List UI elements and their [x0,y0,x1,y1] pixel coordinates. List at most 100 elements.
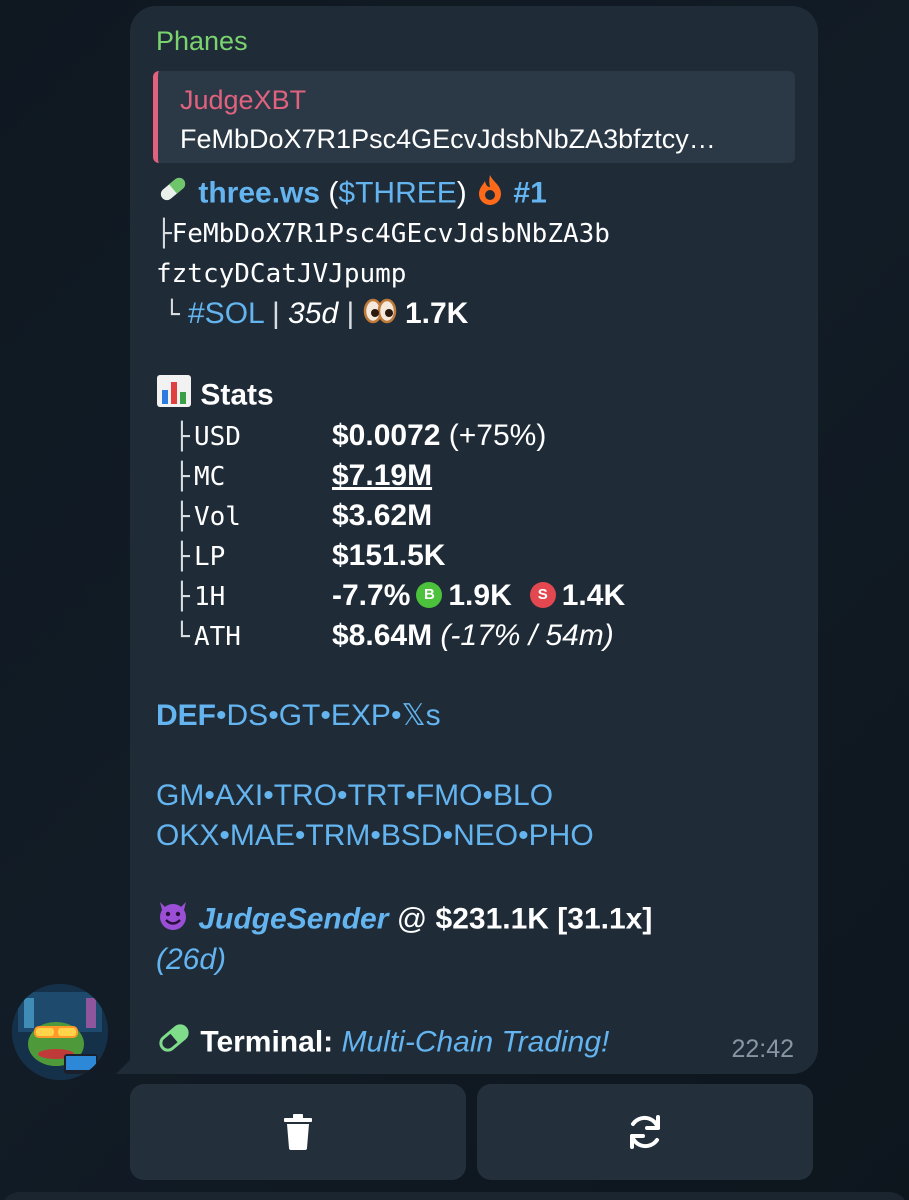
stat-key: MC [194,462,226,492]
message-time: 22:42 [731,1035,794,1063]
link-xs[interactable]: 𝕏s [401,699,440,732]
hour-change: -7.7% [332,579,411,612]
token-symbol-link[interactable]: $THREE [338,176,456,209]
buy-badge-icon: B [416,582,443,609]
dot: • [320,699,331,732]
separator: | [338,297,363,330]
dot: • [204,779,215,812]
tree-branch: ├ [174,462,190,492]
usd-change: (+75%) [440,419,547,452]
sender-avatar[interactable] [12,984,108,1080]
stat-key: ATH [194,622,241,652]
liquidity: $151.5K [332,539,446,572]
tree-branch: ├ [174,582,190,612]
sell-badge-icon: S [529,582,556,609]
at-sign: @ [388,902,436,936]
stat-key: 1H [194,582,226,612]
eyes-icon [363,295,397,335]
pill-outline-icon [156,1020,192,1067]
dot: • [482,779,494,812]
link-neo[interactable]: NEO [453,819,518,852]
links-row-3: OKX•MAE•TRM•BSD•NEO•PHO [156,816,594,856]
volume: $3.62M [332,499,433,532]
dev-entry-price: $231.1K [31.1x] [435,902,653,936]
reply-preview[interactable]: JudgeXBT FeMbDoX7R1Psc4GEcvJdsbNbZA3bfzt… [153,71,795,163]
views-count: 1.7K [404,297,469,330]
dev-name-link[interactable]: JudgeSender [198,902,388,935]
refresh-icon [630,1115,660,1149]
dot: • [337,779,348,812]
stat-1h: ├ 1H -7.7% B 1.9K S 1.4K [174,576,625,617]
stat-ath: └ ATH $8.64M (-17% / 54m) [174,616,614,657]
delete-button[interactable] [130,1084,466,1180]
stats-title: Stats [200,378,274,412]
paren-open: ( [320,176,339,210]
market-cap[interactable]: $7.19M [332,459,432,492]
reply-author: JudgeXBT [180,85,307,115]
token-title-line: three.ws ($THREE) #1 [156,172,547,217]
bar-chart-icon [156,374,192,419]
dot: • [268,699,279,732]
link-ds[interactable]: DS [227,699,269,732]
dot: • [294,819,306,852]
link-okx[interactable]: OKX [156,819,219,852]
terminal-label: Terminal: [200,1025,334,1059]
link-axi[interactable]: AXI [215,779,263,812]
pepe-avatar-icon [12,984,108,1080]
dot: • [219,819,230,852]
links-row-2: GM•AXI•TRO•TRT•FMO•BLO [156,776,553,816]
link-gm[interactable]: GM [156,779,204,812]
stat-lp: ├ LP $151.5K [174,536,445,577]
contract-address-line1[interactable]: ├FeMbDoX7R1Psc4GEcvJdsbNbZA3b [156,214,610,254]
dev-line: JudgeSender @ $231.1K [31.1x] [156,898,652,943]
terminal-line: Terminal: Multi-Chain Trading! [156,1020,609,1067]
paren-close: ) [456,176,476,210]
tree-branch: ├ [174,422,190,452]
chain-link[interactable]: #SOL [188,297,264,330]
usd-price: $0.0072 [332,419,441,452]
dot: • [518,819,529,852]
token-name-link[interactable]: three.ws [198,176,320,209]
dot: • [442,819,454,852]
stat-usd: ├ USD $0.0072 (+75%) [174,416,546,457]
link-def[interactable]: DEF [156,699,216,732]
dot: • [216,699,227,732]
address-part1: FeMbDoX7R1Psc4GEcvJdsbNbZA3b [171,219,610,249]
link-fmo[interactable]: FMO [416,779,483,812]
refresh-button[interactable] [477,1084,813,1180]
tree-branch: ├ [156,219,172,249]
link-trm[interactable]: TRM [305,819,370,852]
stat-mc: ├ MC $7.19M [174,456,432,497]
sells-count: 1.4K [561,579,626,612]
stat-key: Vol [194,502,241,532]
contract-address-line2[interactable]: fztcyDCatJVJpump [156,254,406,294]
link-trt[interactable]: TRT [348,779,406,812]
dot: • [405,779,416,812]
link-gt[interactable]: GT [279,699,321,732]
stat-vol: ├ Vol $3.62M [174,496,432,537]
tree-branch: ├ [174,502,190,532]
tree-end: └ [174,622,190,652]
link-exp[interactable]: EXP [331,699,391,732]
link-blo[interactable]: BLO [493,779,553,812]
link-mae[interactable]: MAE [230,819,295,852]
token-meta-line: └ #SOL | 35d | 1.7K [164,294,468,335]
separator: | [263,297,289,330]
fire-icon [475,173,505,216]
tree-branch: ├ [174,542,190,572]
dev-age[interactable]: (26d) [156,943,226,976]
links-row-1: DEF•DS•GT•EXP•𝕏s [156,696,441,736]
age-value: 35d [288,297,339,330]
link-bsd[interactable]: BSD [381,819,443,852]
rank-link[interactable]: #1 [513,176,546,209]
terminal-link[interactable]: Multi-Chain Trading! [342,1025,610,1058]
stat-key: LP [194,542,226,572]
sender-name[interactable]: Phanes [156,26,248,57]
dot: • [263,779,274,812]
stats-header: Stats [156,374,274,419]
buys-count: 1.9K [448,579,512,612]
link-tro[interactable]: TRO [274,779,337,812]
stat-key: USD [194,422,241,452]
link-pho[interactable]: PHO [529,819,594,852]
input-bar-edge [0,1192,909,1200]
